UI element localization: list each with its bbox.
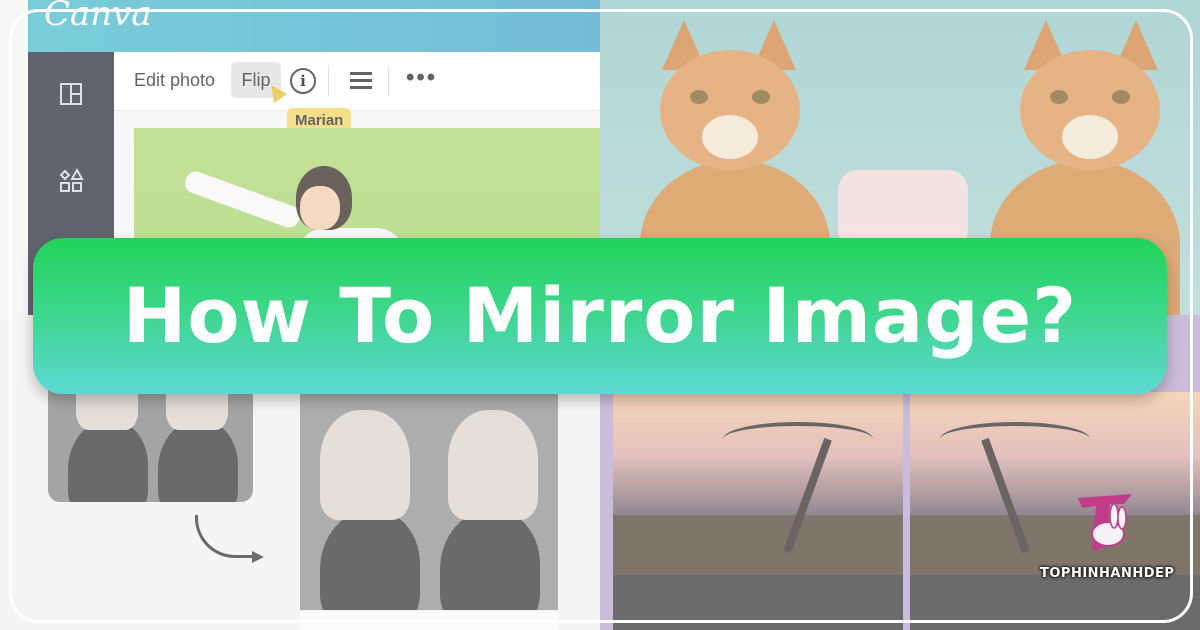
title-banner: How To Mirror Image? — [33, 238, 1167, 394]
page-title: How To Mirror Image? — [122, 271, 1078, 360]
thumbnail-canvas: Canva Edit photo Flip i ••• Marian How T… — [0, 0, 1200, 630]
bunny-logo-icon — [1078, 494, 1132, 551]
brand-name: TOPHINHANHDEP — [1040, 566, 1175, 581]
brand-logo: TOPHINHANHDEP — [1040, 490, 1175, 590]
